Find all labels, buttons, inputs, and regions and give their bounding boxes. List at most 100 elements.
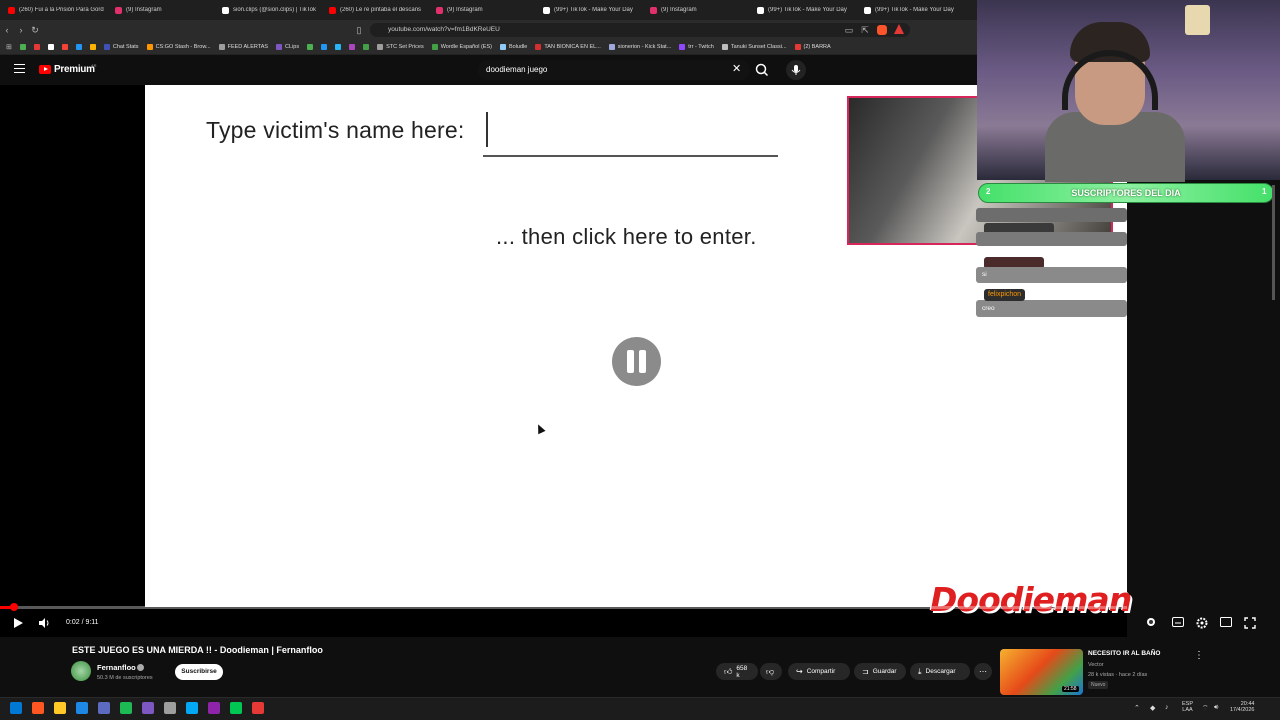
youtube-premium-label[interactable]: Premium [54, 64, 95, 75]
more-actions-button[interactable]: ⋯ [974, 663, 992, 680]
scrollbar[interactable] [1272, 185, 1275, 300]
browser-tab[interactable]: (260) Fui a la Prisión Para Gord [0, 6, 107, 14]
pause-overlay-icon[interactable] [612, 337, 661, 386]
tab-title: sion.clips (@sion.clips) | TikTok [233, 7, 317, 13]
clock[interactable]: 20:44 17/4/2026 [1230, 701, 1254, 713]
browser-tab[interactable]: (99+) TikTok - Make Your Day [856, 6, 963, 14]
taskbar-app-icon[interactable] [76, 702, 88, 714]
bookmark-item[interactable]: CS:GO Stash - Brow... [146, 44, 211, 50]
url-field[interactable]: youtube.com/watch?v=fm1BdKReUEU [370, 23, 910, 37]
voice-search-button[interactable] [786, 60, 806, 80]
hamburger-menu-icon[interactable] [14, 64, 25, 73]
channel-name[interactable]: Fernanfloo [97, 663, 136, 672]
taskbar-app-icon[interactable] [32, 702, 44, 714]
browser-tab[interactable]: (99+) TikTok - Make Your Day [749, 6, 856, 14]
tab-favicon-icon [757, 6, 764, 14]
bookmark-item[interactable]: Tanuki Sunset Classi... [721, 44, 787, 50]
taskbar-app-icon[interactable] [142, 702, 154, 714]
bookmark-item[interactable] [307, 44, 314, 50]
bookmark-item[interactable]: CLips [276, 44, 299, 50]
windows-start-icon[interactable] [10, 702, 22, 714]
tab-title: (260) Fui a la Prisión Para Gord [19, 7, 104, 13]
bookmark-item[interactable] [363, 44, 370, 50]
taskbar-app-icon[interactable] [54, 702, 66, 714]
bookmark-item[interactable]: trr - Twitch [679, 44, 714, 50]
browser-tab[interactable]: (9) Instagram [107, 6, 214, 14]
theater-mode-button[interactable] [1220, 617, 1232, 630]
rewards-icon[interactable] [894, 24, 904, 34]
text-caret [486, 112, 488, 147]
taskbar-app-icon[interactable] [164, 702, 176, 714]
autoplay-toggle[interactable] [1146, 617, 1156, 630]
taskbar-app-icon[interactable] [208, 702, 220, 714]
recommended-more-icon[interactable]: ⋮ [1194, 650, 1204, 661]
browser-tab[interactable]: (260) Le re pintaba el descans [321, 6, 428, 14]
bookmark-item[interactable]: STC Set Prices [377, 44, 424, 50]
bookmark-item[interactable]: (2) BARRA [794, 44, 831, 50]
browser-tab[interactable]: (9) Instagram [428, 6, 535, 14]
subscribe-button[interactable]: Suscribirse [175, 664, 223, 680]
subtitles-button[interactable] [1172, 617, 1184, 630]
browser-tab[interactable]: (99+) TikTok - Make Your Day [535, 6, 642, 14]
chat-message [976, 232, 1127, 246]
tray-chevron-icon[interactable]: ⌃ [1134, 704, 1140, 712]
progress-bar[interactable] [0, 603, 1127, 611]
bookmark-item[interactable] [349, 44, 356, 50]
dislike-button[interactable]: 👎︎ [760, 663, 782, 680]
taskbar-app-icon[interactable] [120, 702, 132, 714]
bookmark-icon[interactable]: ▯ [352, 25, 366, 36]
cast-icon[interactable]: ▭ [842, 25, 856, 36]
speaker-icon[interactable]: 🔊︎ [1214, 704, 1218, 712]
apps-grid-icon[interactable]: ⊞ [6, 43, 12, 51]
tray-mic-icon[interactable]: ♪ [1165, 704, 1169, 711]
wifi-icon[interactable]: ⌔ [1202, 704, 1209, 713]
taskbar-app-icon[interactable] [98, 702, 110, 714]
bookmark-item[interactable] [33, 44, 40, 50]
forward-icon[interactable]: › [14, 25, 28, 35]
share-page-icon[interactable]: ⇱ [858, 25, 872, 36]
taskbar-app-icon[interactable] [252, 702, 264, 714]
brave-shield-icon[interactable] [877, 25, 887, 35]
back-icon[interactable]: ‹ [0, 25, 14, 35]
bookmark-item[interactable] [321, 44, 328, 50]
browser-tab[interactable]: (9) Instagram [642, 6, 749, 14]
browser-tab[interactable]: sion.clips (@sion.clips) | TikTok [214, 6, 321, 14]
save-button[interactable]: ⊐ Guardar [854, 663, 906, 680]
recommended-title[interactable]: NECESITO IR AL BAÑO [1088, 650, 1160, 657]
reload-icon[interactable]: ↻ [28, 25, 42, 36]
channel-avatar[interactable] [71, 661, 91, 681]
taskbar-app-icon[interactable] [230, 702, 242, 714]
language-indicator[interactable]: ESP LAA [1182, 701, 1193, 713]
bookmark-item[interactable] [61, 44, 68, 50]
taskbar-app-icon[interactable] [186, 702, 198, 714]
youtube-logo-icon[interactable] [39, 65, 51, 74]
share-button[interactable]: ↪ Compartir [788, 663, 850, 680]
bookmark-item[interactable] [89, 44, 96, 50]
bookmark-item[interactable]: TAN BIONICA EN EL... [535, 44, 601, 50]
tab-favicon-icon [436, 6, 443, 14]
play-button[interactable] [12, 617, 24, 632]
search-input[interactable]: doodieman juego [478, 60, 750, 80]
tray-app-icon[interactable]: ◆ [1150, 704, 1155, 712]
like-button[interactable]: 👍︎ 658 k [716, 663, 758, 680]
bookmark-item[interactable]: FEED ALERTAS [218, 44, 268, 50]
bookmark-item[interactable] [47, 44, 54, 50]
progress-scrubber[interactable] [10, 603, 18, 611]
victim-name-input-line[interactable] [483, 155, 778, 157]
bookmark-item[interactable]: Wordle Español (ES) [431, 44, 492, 50]
clear-search-icon[interactable]: ✕ [732, 64, 741, 75]
bookmark-item[interactable] [75, 44, 82, 50]
bookmark-item[interactable]: Boludle [499, 44, 527, 50]
settings-button[interactable] [1196, 617, 1208, 632]
bookmark-item[interactable]: Chat Stats [103, 44, 139, 50]
bookmark-item[interactable]: sionerion - Kick Stat... [608, 44, 671, 50]
download-button[interactable]: ⤓ Descargar [910, 663, 970, 680]
volume-button[interactable] [38, 617, 51, 632]
enter-instruction[interactable]: ... then click here to enter. [496, 224, 757, 250]
bookmark-item[interactable] [335, 44, 342, 50]
recommended-channel[interactable]: Vector [1088, 662, 1104, 668]
fullscreen-button[interactable] [1244, 617, 1256, 632]
bookmark-item[interactable] [19, 44, 26, 50]
search-button[interactable] [752, 60, 772, 80]
bookmark-favicon-icon [218, 44, 225, 50]
